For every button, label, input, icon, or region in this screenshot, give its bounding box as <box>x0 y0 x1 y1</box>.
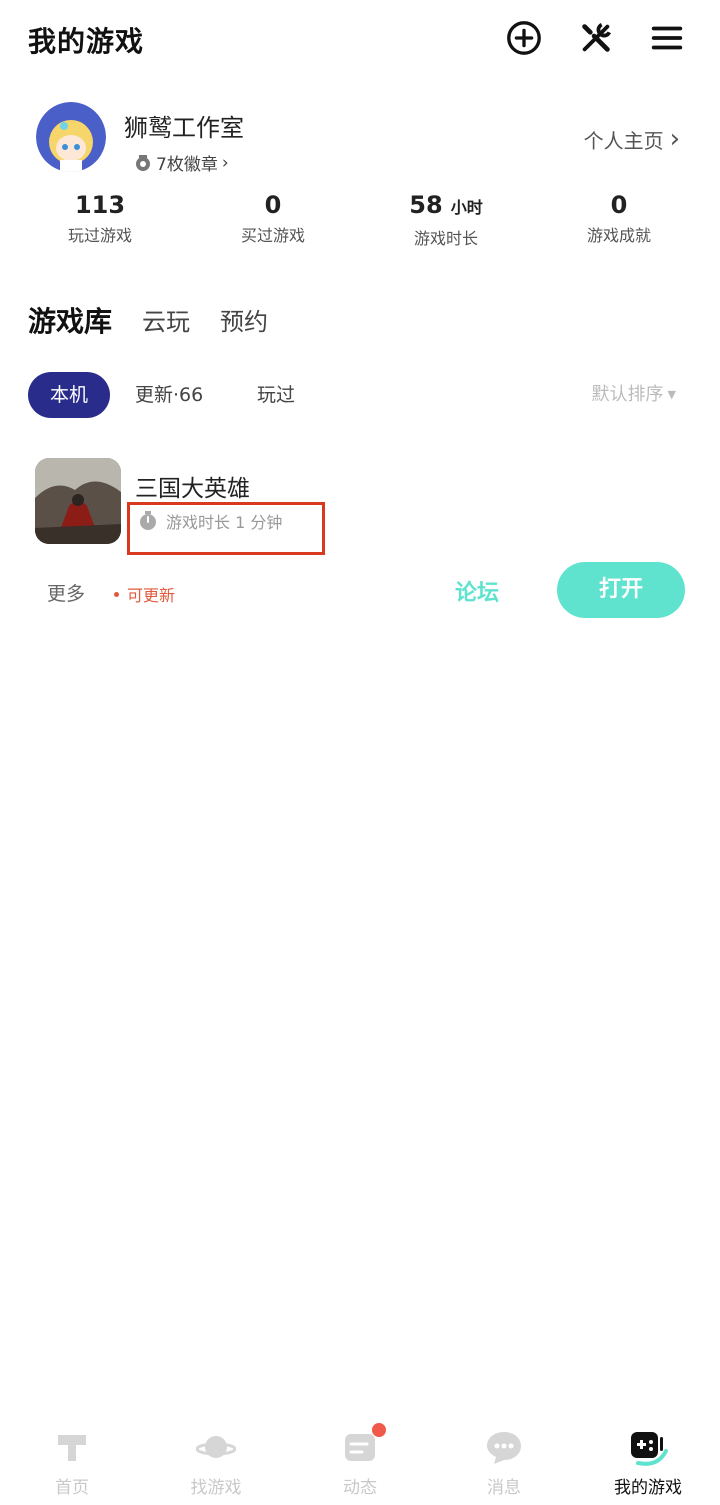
profile-section[interactable]: 狮鹫工作室 7枚徽章 › 个人主页 › <box>0 100 720 180</box>
library-tabs: 游戏库 云玩 预约 <box>28 292 268 342</box>
stat-value: 113 <box>74 191 126 219</box>
stat-label: 玩过游戏 <box>67 226 132 245</box>
filter-local[interactable]: 本机 <box>28 372 111 418</box>
filter-row: 本机 更新·66 玩过 默认排序 ▼ <box>28 372 692 418</box>
stats-row: 113 玩过游戏 0 买过游戏 58 小时 游戏时长 0 游戏成就 <box>0 190 720 250</box>
stat-label: 游戏时长 <box>413 229 478 248</box>
stat-value: 0 <box>264 191 282 219</box>
bottom-tab-bar: 首页 找游戏 动态 消息 我的游戏 <box>0 1415 720 1505</box>
highlight-box <box>127 502 325 555</box>
game-list-item[interactable]: 三国大英雄 游戏时长 1 分钟 更多 可更新 论坛 打开 <box>0 455 720 625</box>
update-dot <box>114 591 119 597</box>
stat-played[interactable]: 113 玩过游戏 <box>20 190 180 246</box>
menu-icon[interactable] <box>647 18 687 58</box>
medal-icon <box>136 154 150 171</box>
stat-value: 58 <box>409 191 443 219</box>
tab-messages[interactable]: 消息 <box>432 1415 576 1505</box>
stat-achievements[interactable]: 0 游戏成就 <box>539 190 699 246</box>
badges-count: 7枚徽章 <box>156 155 218 175</box>
page-title: 我的游戏 <box>28 25 145 58</box>
username: 狮鹫工作室 <box>124 114 244 142</box>
tab-feed[interactable]: 动态 <box>288 1415 432 1505</box>
stat-bought[interactable]: 0 买过游戏 <box>193 190 353 246</box>
planet-icon <box>196 1436 236 1458</box>
sort-label: 默认排序 <box>591 384 664 405</box>
stat-value: 0 <box>610 191 628 219</box>
avatar[interactable] <box>36 102 106 172</box>
gamepad-icon <box>631 1432 668 1466</box>
tab-find-games[interactable]: 找游戏 <box>144 1415 288 1505</box>
sort-dropdown[interactable]: 默认排序 ▼ <box>592 372 676 418</box>
chevron-right-icon: › <box>221 152 229 173</box>
tab-label: 找游戏 <box>190 1478 242 1498</box>
tools-icon[interactable] <box>576 18 616 58</box>
update-available-tag[interactable]: 可更新 <box>114 582 175 606</box>
more-button[interactable]: 更多 <box>47 579 85 606</box>
profile-link-label: 个人主页 <box>583 128 664 153</box>
stat-unit: 小时 <box>450 198 483 217</box>
tab-my-games[interactable]: 我的游戏 <box>576 1415 720 1505</box>
notification-dot <box>372 1423 386 1437</box>
stat-label: 买过游戏 <box>240 226 305 245</box>
filter-updates[interactable]: 更新·66 <box>135 372 203 418</box>
game-title: 三国大英雄 <box>135 476 250 502</box>
chevron-right-icon: › <box>669 124 680 154</box>
stat-playtime[interactable]: 58 小时 游戏时长 <box>366 190 526 249</box>
caret-down-icon: ▼ <box>667 388 676 401</box>
tab-cloud[interactable]: 云玩 <box>142 302 190 342</box>
tab-library[interactable]: 游戏库 <box>28 302 113 342</box>
tab-label: 我的游戏 <box>614 1478 682 1498</box>
tab-reservation[interactable]: 预约 <box>220 302 268 342</box>
tab-label: 动态 <box>343 1478 377 1498</box>
add-circle-icon[interactable] <box>504 18 544 58</box>
filter-played[interactable]: 玩过 <box>257 372 295 418</box>
update-label: 可更新 <box>127 586 176 605</box>
tab-label: 首页 <box>55 1478 89 1498</box>
home-icon <box>58 1435 86 1461</box>
top-bar: 我的游戏 <box>0 0 720 80</box>
chat-icon <box>487 1432 521 1464</box>
forum-button[interactable]: 论坛 <box>455 575 499 607</box>
tab-home[interactable]: 首页 <box>0 1415 144 1505</box>
badges-link[interactable]: 7枚徽章 › <box>134 150 229 175</box>
profile-page-link[interactable]: 个人主页 › <box>584 124 680 154</box>
tab-label: 消息 <box>487 1478 521 1498</box>
stat-label: 游戏成就 <box>586 226 651 245</box>
game-icon[interactable] <box>35 458 121 544</box>
open-button[interactable]: 打开 <box>557 562 685 618</box>
